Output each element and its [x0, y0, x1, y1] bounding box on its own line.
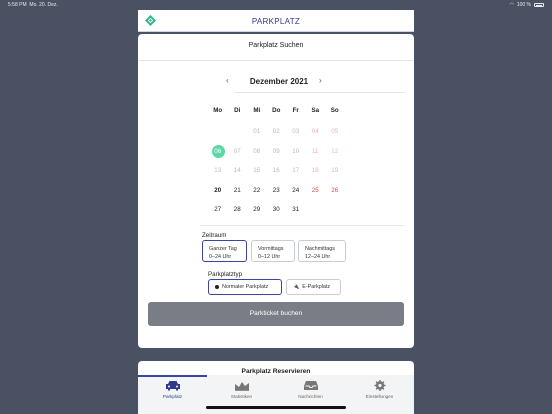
weekday-header: Mo Di Mi Do Fr Sa So — [208, 107, 345, 114]
plug-icon: 🔌 — [293, 284, 300, 290]
calendar-day: 01 — [253, 128, 261, 135]
car-icon — [165, 381, 180, 391]
weekday-label: Do — [272, 107, 281, 114]
calendar-day[interactable]: 29 — [247, 205, 267, 225]
battery-label: 100 % — [516, 2, 531, 8]
tab-parkplatz[interactable]: Parkplatz — [138, 379, 207, 409]
book-ticket-button[interactable]: Parkticket buchen — [148, 302, 404, 326]
calendar-day[interactable]: 21 — [228, 186, 248, 206]
calendar-day — [306, 205, 326, 225]
weekday-label: Fr — [292, 107, 299, 114]
nav-header: PARKPLATZ — [138, 10, 414, 32]
zeitraum-option-afternoon[interactable]: Nachmittags 12–24 Uhr — [298, 240, 346, 262]
zeitraum-label: Zeitraum — [202, 232, 227, 239]
calendar-day: 15 — [253, 167, 261, 174]
type-e-label: E-Parkplatz — [302, 284, 331, 290]
month-selector: ‹ Dezember 2021 › — [138, 76, 414, 88]
calendar-day: 08 — [253, 147, 261, 155]
calendar-day: 16 — [272, 167, 280, 174]
tab-statistiken[interactable]: Statistiken — [207, 379, 276, 409]
calendar-day: 09 — [272, 147, 280, 155]
month-label: Dezember 2021 — [249, 77, 309, 86]
zeitraum-option-morning[interactable]: Vormittags 0–12 Uhr — [251, 240, 295, 262]
calendar-day[interactable]: 24 — [286, 186, 306, 206]
radio-dot-icon — [215, 285, 219, 289]
prev-month-button[interactable]: ‹ — [226, 76, 229, 85]
calendar-day: 13 — [214, 167, 222, 174]
weekday-label: So — [330, 107, 339, 114]
calendar-day: 04 — [311, 128, 319, 135]
home-indicator — [206, 406, 346, 409]
calendar-day: 18 — [311, 167, 319, 174]
calendar-week: 06 07 08 09 10 11 12 — [208, 145, 345, 167]
tab-nachrichten[interactable]: Nachrichten — [276, 379, 345, 409]
active-tab-indicator — [138, 375, 207, 377]
tab-label: Einstellungen — [365, 394, 394, 399]
page-title: PARKPLATZ — [251, 17, 301, 26]
calendar-week: 13 14 15 16 17 18 19 — [208, 166, 345, 186]
gear-icon — [374, 380, 385, 391]
weekday-label: Mo — [213, 107, 223, 114]
month-divider — [235, 92, 405, 93]
parkplatztyp-label: Parkplatztyp — [208, 271, 243, 278]
weekday-label: Mi — [253, 107, 261, 114]
search-card: Parkplatz Suchen ‹ Dezember 2021 › Mo Di… — [138, 34, 414, 348]
calendar-day[interactable]: 26 — [325, 186, 345, 206]
calendar-day-today[interactable]: 20 — [208, 186, 228, 206]
type-e-button[interactable]: 🔌 E-Parkplatz — [286, 279, 341, 295]
calendar-day[interactable]: 23 — [267, 186, 287, 206]
calendar-day: 07 — [233, 147, 241, 155]
calendar-day — [325, 205, 345, 225]
calendar-grid: 01 02 03 04 05 06 07 08 09 10 11 12 13 1… — [208, 127, 345, 225]
status-time: 5:58 PM Mo. 20. Dez. — [8, 2, 58, 8]
tab-label: Parkplatz — [162, 394, 183, 399]
status-bar: 5:58 PM Mo. 20. Dez. ◠ 100 % — [0, 0, 552, 9]
calendar-day: 14 — [233, 167, 241, 174]
calendar-day[interactable]: 31 — [286, 205, 306, 225]
calendar-day[interactable]: 27 — [208, 205, 228, 225]
calendar-day: 05 — [331, 128, 339, 135]
reserve-card-title: Parkplatz Reservieren — [241, 368, 311, 375]
chart-icon — [234, 382, 249, 391]
tab-label: Statistiken — [230, 394, 253, 399]
status-right: ◠ 100 % — [509, 2, 544, 8]
tab-einstellungen[interactable]: Einstellungen — [345, 379, 414, 409]
calendar-day: 17 — [292, 167, 300, 174]
wifi-icon: ◠ — [509, 2, 514, 8]
battery-icon — [534, 3, 544, 7]
calendar-day[interactable]: 22 — [247, 186, 267, 206]
calendar-day: 11 — [312, 147, 319, 155]
type-normal-label: Normaler Parkplatz — [222, 284, 269, 290]
calendar-week: 27 28 29 30 31 — [208, 205, 345, 225]
calendar-divider — [200, 225, 404, 226]
calendar-day: 19 — [331, 167, 339, 174]
card-title: Parkplatz Suchen — [248, 42, 304, 49]
calendar-day: 10 — [292, 147, 300, 155]
calendar-day[interactable]: 28 — [228, 205, 248, 225]
calendar-day-selected[interactable]: 06 — [208, 145, 228, 167]
calendar-day[interactable]: 30 — [267, 205, 287, 225]
weekday-label: Sa — [311, 107, 320, 114]
inbox-icon — [303, 381, 318, 390]
calendar-day — [208, 127, 228, 147]
calendar-week: 01 02 03 04 05 — [208, 127, 345, 147]
calendar-day: 02 — [272, 128, 280, 135]
type-normal-button[interactable]: Normaler Parkplatz — [208, 279, 282, 295]
weekday-label: Di — [234, 107, 241, 114]
tab-label: Nachrichten — [298, 394, 323, 399]
calendar-day: 12 — [331, 147, 339, 155]
calendar-day — [228, 127, 248, 147]
zeitraum-option-full-day[interactable]: Ganzer Tag 0–24 Uhr — [202, 240, 247, 262]
calendar-day: 03 — [292, 128, 300, 135]
card-divider — [138, 60, 414, 61]
next-month-button[interactable]: › — [319, 76, 322, 85]
calendar-week: 20 21 22 23 24 25 26 — [208, 186, 345, 206]
calendar-day[interactable]: 25 — [306, 186, 326, 206]
